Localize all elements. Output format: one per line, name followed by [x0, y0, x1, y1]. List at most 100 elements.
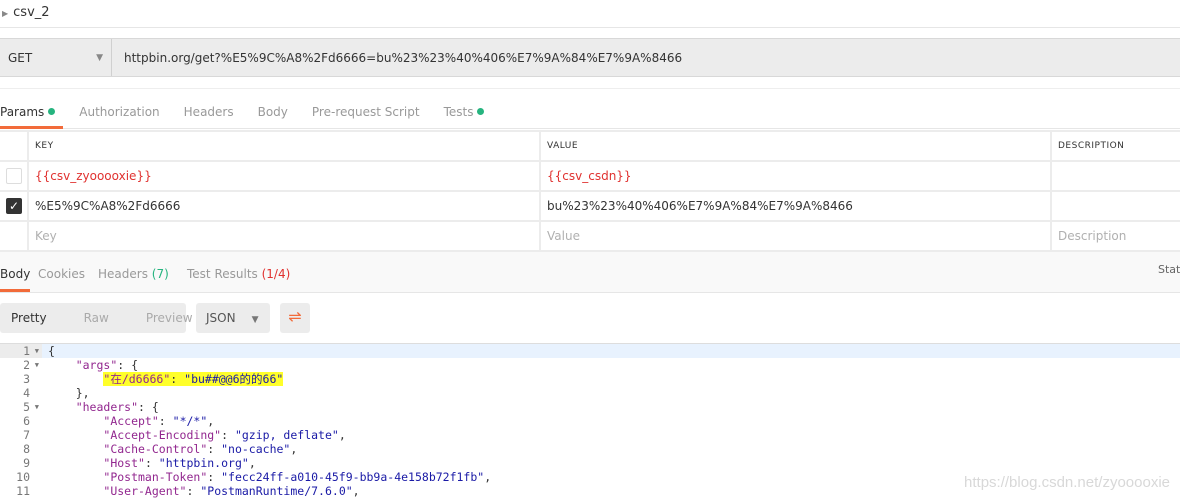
json-key: "Cache-Control" [103, 442, 208, 456]
json-key: "User-Agent" [103, 484, 187, 498]
table-row-new: Key Value Description [0, 220, 1180, 252]
json-punct [48, 484, 103, 498]
line-number: 9 [0, 456, 42, 470]
status-dot-icon [48, 107, 56, 115]
line-number: 10 [0, 470, 42, 484]
request-bar: GET ▼ httpbin.org/get?%E5%9C%A8%2Fd6666=b… [0, 38, 1180, 77]
json-punct: , [207, 414, 215, 428]
param-checkbox[interactable] [6, 168, 22, 184]
collection-title[interactable]: ▶ csv_2 [0, 0, 1180, 28]
line-number: 6 [0, 414, 42, 428]
key-header: KEY [27, 130, 541, 162]
json-punct [48, 400, 76, 414]
format-select[interactable]: JSON ▼ [196, 303, 270, 333]
json-string: "fecc24ff-a010-45f9-bb9a-4e158b72f1fb" [221, 470, 485, 484]
param-checkbox-checked[interactable]: ✓ [6, 198, 22, 214]
tab-headers[interactable]: Headers [184, 89, 242, 129]
view-mode-group: Pretty Raw Preview [0, 303, 193, 333]
url-input[interactable]: httpbin.org/get?%E5%9C%A8%2Fd6666=bu%23%… [112, 39, 694, 76]
json-key: "在/d6666" [103, 372, 171, 386]
code-line: 8 "Cache-Control": "no-cache", [0, 442, 1180, 456]
json-punct: , [290, 442, 298, 456]
json-punct [48, 456, 103, 470]
json-key: "args" [75, 358, 118, 372]
json-punct: : [221, 428, 235, 442]
json-punct: , [248, 456, 256, 470]
raw-button[interactable]: Raw [84, 311, 109, 325]
param-description[interactable] [1050, 160, 1180, 192]
tab-tests[interactable]: Tests [444, 89, 493, 129]
json-string: "gzip, deflate" [234, 428, 339, 442]
line-number: 7 [0, 428, 42, 442]
line-number: 2 ▼ [0, 358, 42, 372]
tab-authorization[interactable]: Authorization [79, 89, 167, 129]
response-tabs: Body Cookies Headers (7) Test Results (1… [0, 252, 1180, 293]
code-line: 6 "Accept": "*/*", [0, 414, 1180, 428]
status-label: Status [1158, 263, 1180, 276]
code-line: 1 ▼ { [0, 344, 1180, 358]
json-punct [48, 372, 103, 386]
tab-cookies[interactable]: Cookies [38, 252, 85, 292]
json-string: "PostmanRuntime/7.6.0" [200, 484, 353, 498]
json-punct: : { [117, 358, 139, 372]
json-key: "Postman-Token" [103, 470, 208, 484]
json-punct: : { [138, 400, 159, 414]
code-line: 5 ▼ "headers": { [0, 400, 1180, 414]
watermark: https://blog.csdn.net/zyooooxie [964, 474, 1170, 491]
json-punct [48, 414, 103, 428]
wrap-lines-icon[interactable]: ⇌ [280, 303, 310, 333]
new-key-input[interactable]: Key [27, 220, 541, 252]
pretty-button[interactable]: Pretty [11, 311, 47, 325]
json-key: "Accept-Encoding" [103, 428, 222, 442]
param-value[interactable]: bu%23%23%40%406%E7%9A%84%E7%9A%8466 [539, 190, 1052, 222]
tab-body[interactable]: Body [258, 89, 296, 129]
json-punct [48, 442, 103, 456]
json-punct [48, 428, 103, 442]
code-line: 7 "Accept-Encoding": "gzip, deflate", [0, 428, 1180, 442]
json-string: "bu##@@6的的66" [184, 372, 284, 386]
line-number: 11 [0, 484, 42, 498]
json-punct: : [158, 414, 173, 428]
code-line: 9 "Host": "httpbin.org", [0, 456, 1180, 470]
chevron-down-icon: ▼ [251, 315, 259, 325]
tab-test-results[interactable]: Test Results (1/4) [187, 252, 290, 292]
table-row: {{csv_zyooooxie}} {{csv_csdn}} [0, 160, 1180, 192]
fold-arrow-icon[interactable]: ▼ [35, 400, 39, 414]
json-punct: : [207, 442, 222, 456]
tab-pre-request-script[interactable]: Pre-request Script [312, 89, 428, 129]
json-key: "headers" [75, 400, 139, 414]
expand-triangle-icon[interactable]: ▶ [2, 9, 8, 18]
json-punct [48, 470, 103, 484]
tab-body[interactable]: Body [0, 252, 30, 292]
fold-arrow-icon[interactable]: ▼ [35, 358, 39, 372]
json-punct: : [170, 372, 185, 386]
new-value-input[interactable]: Value [539, 220, 1052, 252]
tab-params[interactable]: Params [0, 89, 64, 129]
line-number: 1 ▼ [0, 344, 42, 358]
params-table: KEY VALUE DESCRIPTION {{csv_zyooooxie}} {{c… [0, 130, 1180, 252]
table-row: ✓ %E5%9C%A8%2Fd6666 bu%23%23%40%406%E7%9A%… [0, 190, 1180, 222]
chevron-down-icon: ▼ [96, 53, 103, 63]
json-punct: , [352, 484, 360, 498]
line-number: 5 ▼ [0, 400, 42, 414]
fold-arrow-icon[interactable]: ▼ [35, 344, 39, 358]
param-key[interactable]: {{csv_zyooooxie}} [27, 160, 541, 192]
json-punct: , [338, 428, 346, 442]
param-description[interactable] [1050, 190, 1180, 222]
line-number: 4 [0, 386, 42, 400]
json-key: "Accept" [103, 414, 159, 428]
json-punct: : [207, 470, 222, 484]
json-punct [48, 358, 76, 372]
code-line: 2 ▼ "args": { [0, 358, 1180, 372]
status-dot-icon [477, 107, 485, 115]
line-number: 8 [0, 442, 42, 456]
json-punct: }, [48, 386, 90, 400]
new-description-input[interactable]: Description [1050, 220, 1180, 252]
json-key: "Host" [103, 456, 145, 470]
param-key[interactable]: %E5%9C%A8%2Fd6666 [27, 190, 541, 222]
tab-headers[interactable]: Headers (7) [98, 252, 169, 292]
value-header: VALUE [539, 130, 1052, 162]
method-select[interactable]: GET ▼ [0, 39, 112, 76]
preview-button[interactable]: Preview [146, 311, 193, 325]
param-value[interactable]: {{csv_csdn}} [539, 160, 1052, 192]
